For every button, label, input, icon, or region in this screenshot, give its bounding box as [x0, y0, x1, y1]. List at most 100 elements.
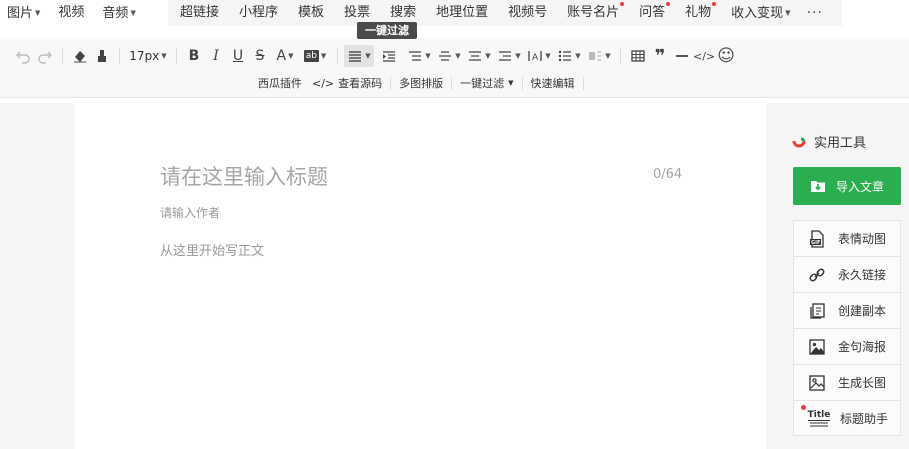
- underline-button[interactable]: U: [227, 45, 249, 67]
- emoji-button[interactable]: ☺: [715, 45, 737, 67]
- one-click-filter-label: 一键过滤: [460, 77, 505, 90]
- paragraph-spacing-button[interactable]: ▼: [404, 45, 434, 67]
- new-badge-dot: [801, 405, 806, 410]
- insert-template[interactable]: 模板: [298, 3, 324, 23]
- tool-gif-label: 表情动图: [838, 232, 887, 246]
- tool-title-assistant[interactable]: Title 标题助手: [793, 400, 901, 436]
- font-size-select[interactable]: 17px ▼: [126, 45, 170, 67]
- blockquote-button[interactable]: ❞: [649, 45, 671, 67]
- view-source-button[interactable]: </> 查看源码: [312, 75, 382, 91]
- spacing-after-icon: [439, 51, 452, 61]
- svg-text:GIF: GIF: [811, 240, 820, 246]
- insert-gift-label: 礼物: [685, 5, 712, 20]
- insert-location[interactable]: 地理位置: [436, 3, 488, 23]
- divider: [176, 48, 177, 64]
- insert-audio-menu[interactable]: 音频 ▼: [102, 3, 135, 24]
- float-button[interactable]: ▼: [584, 45, 614, 67]
- more-menu-button[interactable]: ···: [807, 3, 823, 23]
- redo-icon: [38, 51, 52, 64]
- insert-search-label: 搜索: [390, 5, 417, 20]
- chevron-down-icon: ▼: [605, 52, 611, 60]
- code-icon: </>: [693, 49, 716, 63]
- indent-button[interactable]: [374, 45, 404, 67]
- bold-button[interactable]: B: [183, 45, 205, 67]
- eraser-icon: [74, 51, 86, 63]
- insert-menu-left: 图片 ▼ 视频 音频 ▼: [0, 0, 154, 26]
- tool-create-copy[interactable]: 创建副本: [793, 292, 901, 328]
- insert-search[interactable]: 搜索: [390, 3, 416, 23]
- highlight-icon: ab: [303, 50, 319, 62]
- insert-table-button[interactable]: [627, 45, 649, 67]
- emoji-icon: ☺: [717, 46, 735, 66]
- chevron-down-icon: ▼: [161, 52, 167, 60]
- tool-permalink[interactable]: 永久链接: [793, 256, 901, 292]
- author-input[interactable]: 请输入作者: [160, 204, 220, 221]
- font-color-button[interactable]: A ▼: [271, 45, 299, 67]
- poster-icon: [808, 338, 826, 356]
- font-size-value: 17px: [129, 49, 160, 63]
- background-color-button[interactable]: ab ▼: [299, 45, 331, 67]
- tools-list: GIF 表情动图 永久链接 创建副本 金句海报 生成长图 Title 标题助手: [793, 220, 901, 436]
- paragraph-spacing-after-button[interactable]: ▼: [434, 45, 464, 67]
- chevron-down-icon: ▼: [575, 52, 581, 60]
- chevron-down-icon: ▼: [288, 52, 294, 60]
- image-icon: [808, 374, 826, 392]
- insert-hyperlink[interactable]: 超链接: [180, 3, 219, 23]
- svg-text:A: A: [532, 53, 539, 63]
- sidebar-heading-label: 实用工具: [814, 136, 867, 151]
- line-height-button[interactable]: ▼: [464, 45, 494, 67]
- chevron-down-icon: ▼: [485, 52, 491, 60]
- xigua-plugin-label: 西瓜插件: [258, 77, 302, 90]
- new-badge-dot: [712, 2, 717, 6]
- text-indent-button[interactable]: ▼: [494, 45, 524, 67]
- insert-image-menu[interactable]: 图片 ▼: [7, 3, 40, 24]
- xigua-plugin-button[interactable]: 西瓜插件: [258, 75, 302, 91]
- tool-title-assistant-label: 标题助手: [840, 411, 889, 426]
- font-color-glyph: A: [276, 48, 287, 64]
- chevron-down-icon: ▼: [785, 8, 791, 17]
- tool-gif[interactable]: GIF 表情动图: [793, 220, 901, 256]
- align-justify-button[interactable]: ▼: [344, 45, 374, 67]
- italic-button[interactable]: I: [205, 45, 227, 67]
- import-article-button[interactable]: 导入文章: [793, 167, 901, 205]
- divider: [62, 48, 63, 64]
- sidebar-heading: 实用工具: [792, 132, 866, 151]
- letter-spacing-button[interactable]: A ▼: [524, 45, 554, 67]
- tools-sidebar: 实用工具 导入文章 GIF 表情动图 永久链接 创建副本 金句海报 生成长图 T…: [766, 103, 909, 449]
- insert-code-button[interactable]: </>: [693, 45, 715, 67]
- title-input[interactable]: 请在这里输入标题: [160, 161, 328, 191]
- tool-permalink-label: 永久链接: [838, 268, 887, 282]
- indent-icon: [383, 51, 395, 62]
- body-editor[interactable]: 从这里开始写正文: [160, 240, 264, 259]
- divider-line-button[interactable]: [671, 45, 693, 67]
- tool-long-image[interactable]: 生成长图: [793, 364, 901, 400]
- insert-account-card-label: 账号名片: [567, 5, 620, 20]
- one-click-filter-button[interactable]: 一键过滤 ▼: [460, 75, 513, 91]
- format-painter-button[interactable]: [91, 45, 113, 67]
- list-button[interactable]: ▼: [554, 45, 584, 67]
- insert-menu-bar: 图片 ▼ 视频 音频 ▼ 超链接 小程序 模板 投票 搜索 地理位置 视频号 账号名…: [0, 0, 909, 26]
- filter-tooltip: 一键过滤: [357, 22, 417, 39]
- insert-channels[interactable]: 视频号: [508, 3, 547, 23]
- insert-vote[interactable]: 投票: [344, 3, 370, 23]
- letter-spacing-icon: A: [528, 51, 542, 63]
- align-justify-icon: [349, 51, 362, 62]
- insert-gift[interactable]: 礼物: [685, 2, 717, 23]
- strikethrough-button[interactable]: S: [249, 45, 271, 67]
- insert-template-label: 模板: [298, 5, 325, 20]
- tools-logo-icon: [792, 137, 806, 147]
- undo-button[interactable]: [12, 45, 34, 67]
- insert-qa[interactable]: 问答: [639, 2, 671, 23]
- insert-monetize-menu[interactable]: 收入变现 ▼: [731, 3, 790, 24]
- multi-image-layout-button[interactable]: 多图排版: [399, 75, 443, 91]
- tool-quote-poster[interactable]: 金句海报: [793, 328, 901, 364]
- clear-format-button[interactable]: [69, 45, 91, 67]
- insert-miniprogram[interactable]: 小程序: [239, 3, 278, 23]
- tool-long-image-label: 生成长图: [838, 376, 887, 390]
- insert-audio-label: 音频: [102, 5, 129, 21]
- insert-video-menu[interactable]: 视频: [58, 3, 84, 23]
- redo-button[interactable]: [34, 45, 56, 67]
- title-icon-text: Title: [807, 409, 831, 421]
- insert-account-card[interactable]: 账号名片: [567, 2, 625, 23]
- quick-edit-button[interactable]: 快速编辑: [531, 75, 575, 91]
